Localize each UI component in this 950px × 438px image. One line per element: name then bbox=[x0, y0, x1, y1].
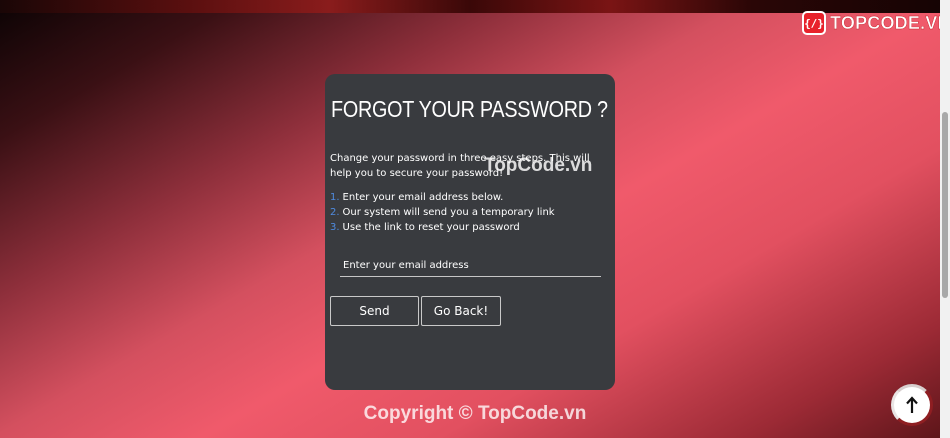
scrollbar[interactable] bbox=[940, 0, 950, 438]
list-item: 3. Use the link to reset your password bbox=[330, 220, 555, 235]
step-text: Use the link to reset your password bbox=[342, 222, 520, 233]
go-back-button[interactable]: Go Back! bbox=[421, 296, 501, 326]
arrow-up-icon bbox=[905, 396, 919, 414]
step-number: 1. bbox=[330, 192, 340, 203]
email-field-wrapper bbox=[340, 253, 601, 277]
send-button[interactable]: Send bbox=[330, 296, 419, 326]
page-title: FORGOT YOUR PASSWORD ? bbox=[331, 96, 608, 122]
forgot-password-card: FORGOT YOUR PASSWORD ? Change your passw… bbox=[325, 74, 615, 390]
header-image-strip bbox=[0, 0, 940, 13]
copyright-text: Copyright © TopCode.vn bbox=[363, 403, 587, 424]
steps-list: 1. Enter your email address below. 2. Our … bbox=[330, 190, 555, 235]
step-text: Our system will send you a temporary lin… bbox=[342, 207, 555, 218]
brand-logo[interactable]: {/} TOPCODE.VN bbox=[802, 11, 950, 35]
code-brackets-icon: {/} bbox=[802, 11, 826, 35]
step-text: Enter your email address below. bbox=[342, 192, 504, 203]
list-item: 2. Our system will send you a temporary l… bbox=[330, 205, 555, 220]
brand-name: TOPCODE.VN bbox=[830, 12, 950, 33]
scrollbar-thumb[interactable] bbox=[942, 112, 948, 298]
watermark: TopCode.vn bbox=[484, 155, 593, 176]
step-number: 3. bbox=[330, 222, 340, 233]
list-item: 1. Enter your email address below. bbox=[330, 190, 555, 205]
page-background: {/} TOPCODE.VN FORGOT YOUR PASSWORD ? Ch… bbox=[0, 0, 950, 438]
scroll-to-top-button[interactable] bbox=[891, 384, 933, 426]
email-field[interactable] bbox=[340, 254, 601, 277]
step-number: 2. bbox=[330, 207, 340, 218]
